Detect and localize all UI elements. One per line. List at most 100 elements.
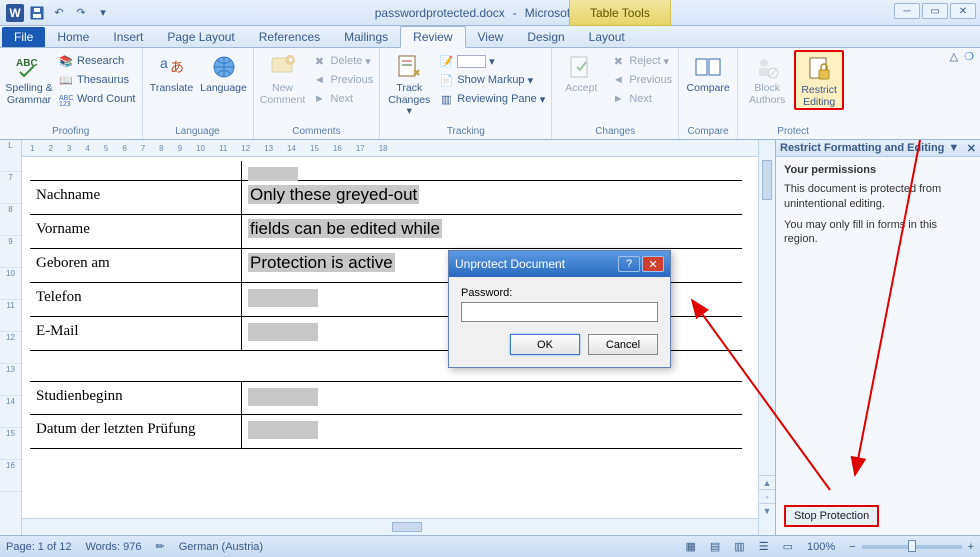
globe-icon xyxy=(209,52,239,82)
tab-references[interactable]: References xyxy=(247,27,332,47)
tab-design[interactable]: Design xyxy=(515,27,576,47)
wordcount-button[interactable]: ABC123Word Count xyxy=(56,90,138,108)
group-proofing: ABC Spelling &Grammar 📚Research 📖Thesaur… xyxy=(0,48,143,139)
stop-protection-button[interactable]: Stop Protection xyxy=(784,505,879,527)
tab-mailings[interactable]: Mailings xyxy=(332,27,400,47)
group-comments: ✦ NewComment ✖Delete ▾ ◄Previous ►Next C… xyxy=(254,48,381,139)
label-studienbeginn: Studienbeginn xyxy=(30,382,242,414)
taskpane-body: Your permissions This document is protec… xyxy=(776,157,980,253)
help-icon[interactable]: ❍ xyxy=(964,50,974,63)
label-datum-pruefung: Datum der letzten Prüfung xyxy=(30,415,242,448)
view-web-icon[interactable]: ▥ xyxy=(734,540,744,553)
language-button[interactable]: Language xyxy=(199,50,249,95)
group-label: Proofing xyxy=(4,125,138,139)
view-print-layout-icon[interactable]: ▦ xyxy=(685,540,695,553)
abc-check-icon: ABC xyxy=(14,52,44,82)
vertical-scrollbar[interactable]: ▲ ◦ ▼ xyxy=(758,140,775,535)
thesaurus-icon: 📖 xyxy=(58,72,74,88)
svg-text:あ: あ xyxy=(170,59,184,75)
zoom-level[interactable]: 100% xyxy=(807,541,835,553)
form-field-text[interactable]: fields can be edited while xyxy=(248,219,442,238)
maximize-button[interactable]: ▭ xyxy=(922,3,948,19)
dialog-titlebar[interactable]: Unprotect Document ? ✕ xyxy=(449,251,670,277)
show-markup-button[interactable]: 📄Show Markup ▾ xyxy=(436,71,547,89)
undo-icon[interactable]: ↶ xyxy=(50,4,68,22)
redo-icon[interactable]: ↷ xyxy=(72,4,90,22)
ribbon-tabs: File Home Insert Page Layout References … xyxy=(0,26,980,48)
next-icon: ► xyxy=(610,91,626,107)
compare-button[interactable]: Compare xyxy=(683,50,733,95)
taskpane-title: Restrict Formatting and Editing xyxy=(780,142,944,154)
restrict-editing-button[interactable]: RestrictEditing xyxy=(794,50,844,110)
tab-layout[interactable]: Layout xyxy=(577,27,637,47)
taskpane-header: Restrict Formatting and Editing ▼ ✕ xyxy=(776,140,980,157)
label-email: E-Mail xyxy=(30,317,242,350)
page-nav: ▲ ◦ ▼ xyxy=(759,475,775,517)
permissions-text-2: You may only fill in forms in this regio… xyxy=(784,218,972,248)
unprotect-document-dialog: Unprotect Document ? ✕ Password: OK Canc… xyxy=(448,250,671,368)
qat-customize-icon[interactable]: ▾ xyxy=(94,4,112,22)
horizontal-scrollbar[interactable] xyxy=(22,518,758,535)
tab-page-layout[interactable]: Page Layout xyxy=(155,27,246,47)
word-count-status[interactable]: Words: 976 xyxy=(85,541,141,553)
label-vorname: Vorname xyxy=(30,215,242,248)
view-draft-icon[interactable]: ▭ xyxy=(783,540,793,553)
view-outline-icon[interactable]: ☰ xyxy=(759,540,769,553)
zoom-track[interactable] xyxy=(862,545,962,549)
form-field[interactable] xyxy=(248,323,318,341)
dialog-close-icon[interactable]: ✕ xyxy=(642,256,664,272)
tab-review[interactable]: Review xyxy=(400,26,465,48)
dialog-help-icon[interactable]: ? xyxy=(618,256,640,272)
scroll-thumb[interactable] xyxy=(392,522,422,532)
tab-insert[interactable]: Insert xyxy=(101,27,155,47)
translate-button[interactable]: aあ Translate xyxy=(147,50,197,95)
language-status[interactable]: German (Austria) xyxy=(179,541,263,553)
form-field[interactable] xyxy=(248,421,318,439)
wordcount-icon: ABC123 xyxy=(58,91,74,107)
page-status[interactable]: Page: 1 of 12 xyxy=(6,541,71,553)
ok-button[interactable]: OK xyxy=(510,334,580,355)
form-field[interactable] xyxy=(248,289,318,307)
minimize-ribbon-icon[interactable]: △ xyxy=(950,50,958,63)
scroll-thumb[interactable] xyxy=(762,160,772,200)
form-field-text[interactable]: Only these greyed-out xyxy=(248,185,419,204)
group-label: Comments xyxy=(258,125,376,139)
zoom-in-icon[interactable]: + xyxy=(968,541,974,553)
tab-home[interactable]: Home xyxy=(45,27,101,47)
taskpane-dropdown-icon[interactable]: ▼ xyxy=(948,142,959,154)
taskpane-close-icon[interactable]: ✕ xyxy=(967,142,976,155)
zoom-slider[interactable]: − + xyxy=(849,541,974,553)
form-field-text[interactable]: Protection is active xyxy=(248,253,395,272)
display-for-review-dropdown[interactable]: 📝 ▾ xyxy=(436,52,547,70)
browse-object-icon[interactable]: ◦ xyxy=(759,489,775,503)
close-button[interactable]: ✕ xyxy=(950,3,976,19)
word-icon: W xyxy=(6,4,24,22)
proofing-status-icon[interactable]: ✏ xyxy=(156,540,165,553)
form-field[interactable] xyxy=(248,388,318,406)
ribbon-help: △ ❍ xyxy=(950,50,974,63)
cancel-button[interactable]: Cancel xyxy=(588,334,658,355)
research-button[interactable]: 📚Research xyxy=(56,52,138,70)
accept-button: Accept xyxy=(556,50,606,95)
save-icon[interactable] xyxy=(28,4,46,22)
group-label: Language xyxy=(147,125,249,139)
thesaurus-button[interactable]: 📖Thesaurus xyxy=(56,71,138,89)
zoom-out-icon[interactable]: − xyxy=(849,541,855,553)
prev-page-icon[interactable]: ▲ xyxy=(759,475,775,489)
next-change-button: ►Next xyxy=(608,90,674,108)
spelling-grammar-button[interactable]: ABC Spelling &Grammar xyxy=(4,50,54,106)
next-page-icon[interactable]: ▼ xyxy=(759,503,775,517)
view-full-screen-icon[interactable]: ▤ xyxy=(710,540,720,553)
form-field[interactable] xyxy=(248,167,298,181)
prev-icon: ◄ xyxy=(610,72,626,88)
track-changes-button[interactable]: TrackChanges ▾ xyxy=(384,50,434,118)
tab-file[interactable]: File xyxy=(2,27,45,47)
group-label: Compare xyxy=(683,125,733,139)
zoom-thumb[interactable] xyxy=(908,540,916,552)
tab-view[interactable]: View xyxy=(466,27,516,47)
prev-change-button: ◄Previous xyxy=(608,71,674,89)
password-input[interactable] xyxy=(461,302,658,322)
reviewing-pane-button[interactable]: ▥Reviewing Pane ▾ xyxy=(436,90,547,108)
permissions-text-1: This document is protected from unintent… xyxy=(784,182,972,212)
minimize-button[interactable]: ─ xyxy=(894,3,920,19)
